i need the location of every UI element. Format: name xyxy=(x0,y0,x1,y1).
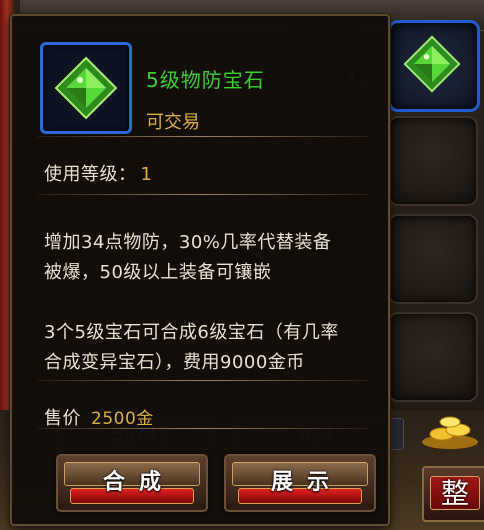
required-level-row: 使用等级： 1 xyxy=(44,160,152,186)
inventory-slot-empty[interactable] xyxy=(388,214,478,304)
required-level-value: 1 xyxy=(140,164,153,185)
trade-status: 可交易 xyxy=(146,112,200,133)
green-gem-icon xyxy=(403,35,461,93)
merge-button-label: 合成 xyxy=(102,470,175,495)
green-gem-icon xyxy=(54,56,118,120)
inventory-slot-empty[interactable] xyxy=(388,312,478,402)
merge-button[interactable]: 合成 xyxy=(56,454,208,512)
divider xyxy=(38,194,368,195)
description-line: 增加34点物防，30%几率代替装备 xyxy=(44,232,332,253)
item-icon-frame xyxy=(40,42,132,134)
divider xyxy=(38,428,368,429)
inventory-slot-empty[interactable] xyxy=(388,116,478,206)
item-name: 5级物防宝石 xyxy=(146,68,265,92)
divider xyxy=(38,136,368,137)
gold-coins-icon xyxy=(422,416,478,449)
description-line: 被爆，50级以上装备可镶嵌 xyxy=(44,262,272,283)
item-tooltip: 5级物防宝石 可交易 使用等级： 1 增加34点物防，30%几率代替装备 被爆，5… xyxy=(10,14,390,526)
combine-info-line: 合成变异宝石），费用9000金币 xyxy=(44,352,305,373)
show-button[interactable]: 展示 xyxy=(224,454,376,512)
price-row: 售价 2500金 xyxy=(44,404,154,430)
sort-button[interactable]: 整 xyxy=(422,466,484,522)
required-level-label: 使用等级： xyxy=(44,164,137,185)
price-label: 售价 xyxy=(44,408,81,429)
show-button-label: 展示 xyxy=(270,470,343,495)
inventory-slot-gem[interactable] xyxy=(388,20,480,112)
combine-info-line: 3个5级宝石可合成6级宝石（有几率 xyxy=(44,322,339,343)
sort-button-label: 整 xyxy=(440,477,469,510)
price-value: 2500金 xyxy=(91,409,154,429)
divider xyxy=(38,380,368,381)
